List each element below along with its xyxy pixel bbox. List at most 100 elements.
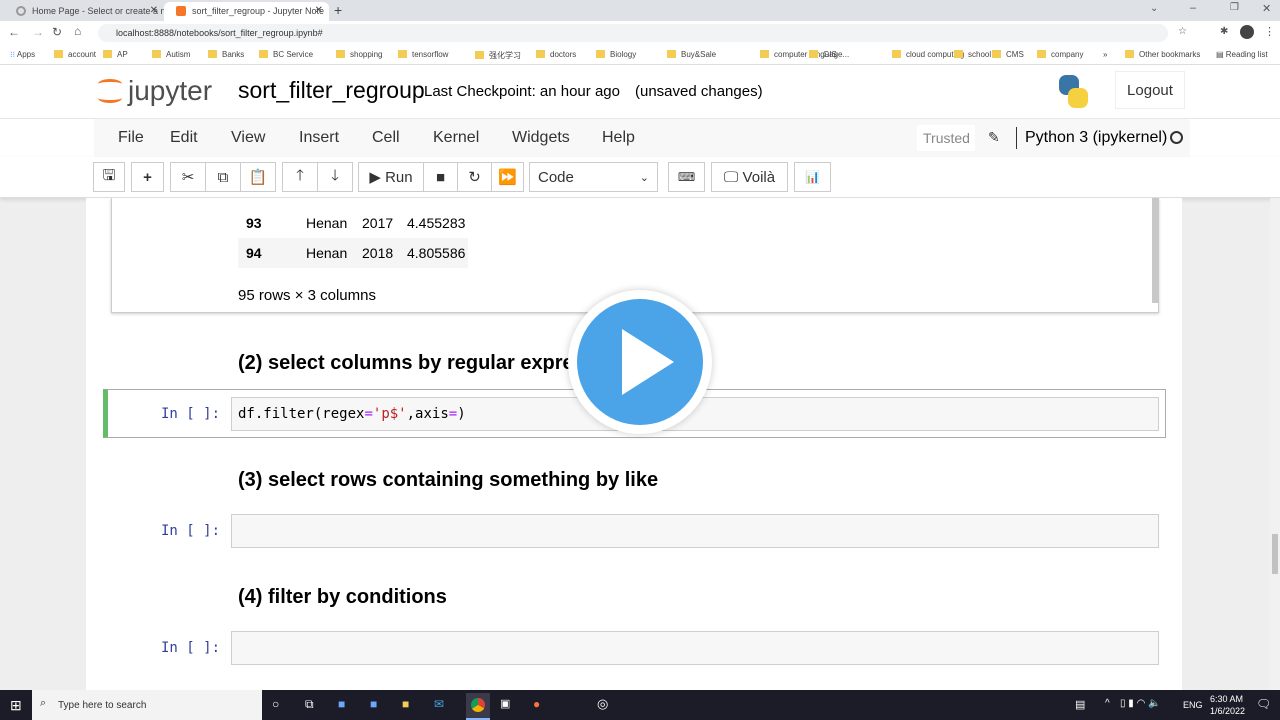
trusted-indicator[interactable]: Trusted <box>917 125 975 151</box>
menu-widgets[interactable]: Widgets <box>512 129 570 147</box>
bookmark-item[interactable]: doctors <box>536 50 576 59</box>
folder-icon <box>152 50 161 58</box>
notifications-icon[interactable]: 🗨 <box>1256 697 1271 711</box>
obs-icon[interactable]: ◎ <box>597 696 608 712</box>
more-menu-icon[interactable]: ⋮ <box>1264 25 1275 38</box>
kernel-name[interactable]: Python 3 (ipykernel) <box>1025 129 1167 147</box>
firefox-icon[interactable]: ● <box>533 697 540 711</box>
code-input-empty[interactable] <box>231 514 1159 548</box>
news-widget-icon[interactable]: ▤ <box>1075 698 1085 711</box>
bookmark-item[interactable]: Autism <box>152 50 190 59</box>
language-indicator[interactable]: ENG <box>1183 700 1203 710</box>
reading-list[interactable]: ▤ Reading list <box>1216 50 1268 59</box>
back-icon[interactable]: ← <box>8 25 20 39</box>
terminal-icon[interactable]: ▣ <box>500 697 510 710</box>
jupyter-header: jupyter sort_filter_regroup Last Checkpo… <box>0 65 1280 118</box>
forward-icon[interactable]: → <box>32 25 44 39</box>
bookmark-item[interactable]: company <box>1037 50 1083 59</box>
bookmark-item[interactable]: BC Service <box>259 50 313 59</box>
close-window-button[interactable]: ✕ <box>1262 2 1271 15</box>
insert-cell-button[interactable]: + <box>131 162 164 192</box>
code-input-empty[interactable] <box>231 631 1159 665</box>
output-scrollbar[interactable] <box>1152 198 1159 303</box>
bookmark-item[interactable]: account <box>54 50 96 59</box>
code-token: 'p$' <box>372 406 407 422</box>
taskbar-search[interactable]: ⌕ Type here to search <box>32 690 262 720</box>
menu-insert[interactable]: Insert <box>299 129 339 147</box>
cell-type-select[interactable]: Code ⌄ <box>529 162 658 192</box>
page-scrollbar[interactable] <box>1270 198 1280 690</box>
file-explorer-icon[interactable]: ■ <box>402 697 409 711</box>
restart-icon: ↻ <box>468 169 481 186</box>
interrupt-button[interactable]: ■ <box>423 162 458 192</box>
more-bookmarks-icon[interactable]: » <box>1103 50 1107 59</box>
bookmark-item[interactable]: tensorflow <box>398 50 448 59</box>
address-bar-row: ← → ↻ ⌂ localhost:8888/notebooks/sort_fi… <box>0 21 1280 45</box>
cut-button[interactable]: ✂ <box>170 162 206 192</box>
task-view-icon[interactable]: ⧉ <box>305 697 314 712</box>
other-bookmarks[interactable]: Other bookmarks <box>1125 50 1200 59</box>
move-up-button[interactable]: 🡑 <box>282 162 318 192</box>
url-input[interactable]: localhost:8888/notebooks/sort_filter_reg… <box>98 24 1168 42</box>
run-button[interactable]: ▶ Run <box>358 162 424 192</box>
jupyter-logo-icon[interactable] <box>98 77 122 105</box>
bookmark-item[interactable]: Buy&Sale <box>667 50 716 59</box>
command-palette-button[interactable]: ⌨ <box>668 162 705 192</box>
bookmark-item[interactable]: Biology <box>596 50 636 59</box>
bookmark-item[interactable]: AP <box>103 50 128 59</box>
bookmark-item[interactable]: shopping <box>336 50 382 59</box>
menu-file[interactable]: File <box>118 129 144 147</box>
bookmark-item[interactable]: school <box>954 50 991 59</box>
menu-view[interactable]: View <box>231 129 265 147</box>
maximize-button[interactable]: ❐ <box>1230 2 1239 13</box>
menu-cell[interactable]: Cell <box>372 129 400 147</box>
restart-button[interactable]: ↻ <box>457 162 492 192</box>
star-icon[interactable]: ☆ <box>1178 26 1187 37</box>
menu-kernel[interactable]: Kernel <box>433 129 479 147</box>
chrome-icon[interactable] <box>466 693 490 720</box>
video-play-button[interactable] <box>568 290 712 434</box>
menu-help[interactable]: Help <box>602 129 635 147</box>
bookmark-item[interactable]: GIS <box>809 50 837 59</box>
close-tab-icon[interactable]: ✕ <box>150 5 158 16</box>
notebook-name[interactable]: sort_filter_regroup <box>238 77 425 104</box>
jupyter-favicon <box>176 6 186 16</box>
folder-icon <box>596 50 605 58</box>
voila-button[interactable]: 🖵 Voilà <box>711 162 788 192</box>
folder-icon <box>103 50 112 58</box>
home-icon[interactable]: ⌂ <box>74 24 81 38</box>
bookmark-item[interactable]: CMS <box>992 50 1024 59</box>
paste-button[interactable]: 📋 <box>240 162 276 192</box>
minimize-button[interactable]: – <box>1190 2 1196 14</box>
chart-button[interactable]: 📊 <box>794 162 831 192</box>
mail-icon[interactable]: ✉ <box>434 697 444 711</box>
checkpoint-status: Last Checkpoint: an hour ago <box>424 83 620 100</box>
tab-search-icon[interactable]: ⌄ <box>1150 3 1158 14</box>
tray-icons[interactable]: ▯ ▮ ◠ 🔈 <box>1120 698 1161 709</box>
edit-pencil-icon[interactable]: ✎ <box>988 129 1000 146</box>
windows-start-icon[interactable]: ⊞ <box>10 697 22 714</box>
close-tab-icon[interactable]: ✕ <box>315 5 323 16</box>
clock-date[interactable]: 1/6/2022 <box>1210 706 1245 716</box>
tab-notebook[interactable]: sort_filter_regroup - Jupyter Note ✕ <box>164 2 329 21</box>
bookmark-item[interactable]: Banks <box>208 50 244 59</box>
logout-button[interactable]: Logout <box>1115 71 1185 109</box>
avatar[interactable] <box>1240 25 1254 39</box>
restart-run-all-button[interactable]: ⏩ <box>491 162 524 192</box>
extensions-icon[interactable]: ✱ <box>1220 26 1228 37</box>
store-icon[interactable]: ■ <box>370 697 377 711</box>
zoom-app-icon[interactable]: ■ <box>338 697 345 711</box>
clock-time[interactable]: 6:30 AM <box>1210 694 1243 704</box>
reload-icon[interactable]: ↻ <box>52 25 62 39</box>
move-down-button[interactable]: 🡓 <box>317 162 353 192</box>
new-tab-button[interactable]: + <box>334 2 342 18</box>
bookmark-item[interactable]: 强化学习 <box>475 50 521 61</box>
copy-icon: ⧉ <box>217 168 229 186</box>
menu-edit[interactable]: Edit <box>170 129 198 147</box>
chevron-up-icon[interactable]: ^ <box>1105 698 1110 709</box>
save-button[interactable]: 🖫 <box>93 162 125 192</box>
cortana-icon[interactable]: ○ <box>272 697 279 711</box>
tab-home-page[interactable]: Home Page - Select or create a n ✕ <box>4 2 164 21</box>
apps-bookmark[interactable]: ⁝⁝ Apps <box>10 50 35 59</box>
copy-button[interactable]: ⧉ <box>205 162 241 192</box>
